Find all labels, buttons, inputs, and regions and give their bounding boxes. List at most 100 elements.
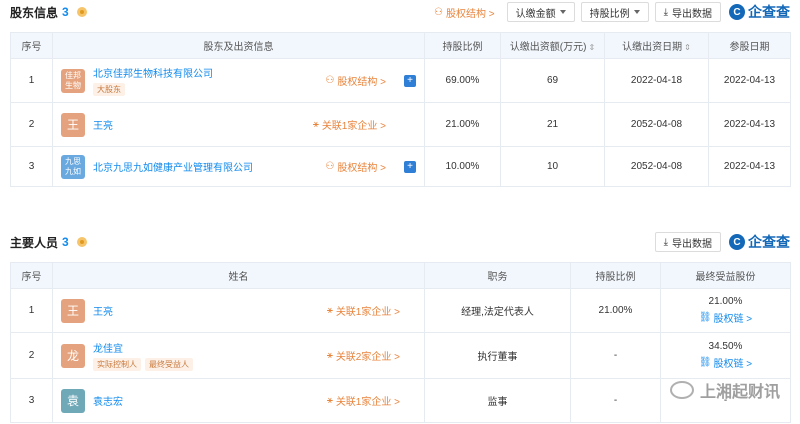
- equity-structure-link[interactable]: ⚇ 股权结构 >: [325, 159, 386, 174]
- logo-mark-icon: C: [729, 234, 745, 250]
- col-ratio: 持股比例: [570, 262, 661, 289]
- table-header-row: 序号 股东及出资信息 持股比例 认缴出资额(万元) ⇕ 认缴出资日期 ⇕ 参股日期: [10, 32, 791, 59]
- row-link-label: 关联1家企业 >: [335, 397, 400, 408]
- amount-cell: 10: [500, 146, 605, 187]
- shareholders-count: 3: [62, 5, 69, 19]
- holder-name-link[interactable]: 北京九思九如健康产业管理有限公司: [93, 159, 253, 174]
- join-date-cell: 2022-04-13: [708, 58, 791, 103]
- shareholders-toolbar: ⚇ 股权结构 > 认缴金额 持股比例 ⤓ 导出数据 C 企查查: [428, 2, 790, 22]
- position-cell: 监事: [424, 378, 571, 423]
- sub-date-cell: 2052-04-08: [604, 146, 709, 187]
- qichacha-logo: C 企查查: [729, 2, 790, 22]
- sort-icon: ⇕: [684, 43, 691, 52]
- row-index: 2: [10, 332, 53, 379]
- col-amount[interactable]: 认缴出资额(万元) ⇕: [500, 32, 605, 59]
- related-companies-link[interactable]: ⚹ 关联1家企业 >: [327, 303, 400, 318]
- col-index: 序号: [10, 262, 53, 289]
- beneficiary-tag: 最终受益人: [145, 358, 193, 371]
- shareholders-header: 股东信息 3 ⚇ 股权结构 > 认缴金额 持股比例 ⤓ 导出数据 C 企查查: [10, 0, 790, 24]
- holder-name-link[interactable]: 王亮: [93, 117, 113, 132]
- position-cell: 经理,法定代表人: [424, 288, 571, 333]
- person-avatar: 王: [61, 112, 85, 137]
- person-avatar: 袁: [61, 388, 85, 413]
- person-avatar: 王: [61, 298, 85, 323]
- vip-badge-icon: [76, 7, 87, 17]
- ratio-cell: 21.00%: [424, 102, 501, 147]
- benefit-value: 21.00%: [708, 296, 743, 307]
- equity-structure-link[interactable]: ⚇ 股权结构 >: [325, 73, 386, 88]
- export-data-label: 导出数据: [672, 238, 712, 250]
- col-sub-date[interactable]: 认缴出资日期 ⇕: [604, 32, 709, 59]
- col-join-date: 参股日期: [708, 32, 791, 59]
- person-avatar: 龙: [61, 343, 85, 368]
- col-amount-label: 认缴出资额(万元): [509, 42, 587, 53]
- logo-mark-icon: C: [729, 4, 745, 20]
- person-name-link[interactable]: 龙佳宜: [93, 340, 123, 355]
- qichacha-logo: C 企查查: [729, 232, 790, 252]
- org-chart-icon: ⚇: [325, 161, 335, 172]
- chevron-down-icon: [633, 10, 640, 14]
- row-index: 3: [10, 146, 53, 187]
- equity-chain-link[interactable]: ⛓ 股权链 >: [699, 355, 752, 370]
- sub-date-cell: 2022-04-18: [604, 58, 709, 103]
- col-sub-date-label: 认缴出资日期: [622, 42, 683, 53]
- chain-icon: ⛓: [698, 357, 712, 368]
- sort-ratio-dropdown[interactable]: 持股比例: [580, 2, 649, 22]
- amount-cell: 69: [500, 58, 605, 103]
- sub-date-cell: 2052-04-08: [604, 102, 709, 147]
- company-logo-avatar: 九思 九如: [61, 154, 85, 179]
- holder-cell: 佳邦 生物 北京佳邦生物科技有限公司 大股东 ⚇ 股权结构 > +: [52, 58, 425, 103]
- related-companies-link[interactable]: ⚹ 关联2家企业 >: [327, 348, 400, 363]
- sort-amount-dropdown[interactable]: 认缴金额: [506, 2, 575, 22]
- watermark: 上湘起财讯: [669, 378, 780, 402]
- person-name-link[interactable]: 袁志宏: [93, 393, 123, 408]
- major-shareholder-tag: 大股东: [93, 83, 125, 96]
- row-index: 3: [10, 378, 53, 423]
- sort-amount-label: 认缴金额: [515, 8, 556, 20]
- export-data-button[interactable]: ⤓ 导出数据: [654, 232, 721, 252]
- vip-badge-icon: [76, 237, 87, 247]
- row-index: 1: [10, 288, 53, 333]
- table-row: 2 王 王亮 ⚹ 关联1家企业 > 21.00% 21 2052-04-08 2…: [10, 102, 791, 147]
- ratio-cell: 69.00%: [424, 58, 501, 103]
- personnel-title: 主要人员: [10, 235, 59, 250]
- controller-tag: 实际控制人: [93, 358, 141, 371]
- col-name: 姓名: [52, 262, 425, 289]
- person-name-link[interactable]: 王亮: [93, 303, 113, 318]
- related-companies-link[interactable]: ⚹ 关联1家企业 >: [327, 393, 400, 408]
- benefit-cell: 21.00% ⛓ 股权链 >: [660, 288, 791, 333]
- expand-plus-icon[interactable]: +: [404, 160, 416, 173]
- holder-cell: 九思 九如 北京九思九如健康产业管理有限公司 ⚇ 股权结构 > +: [52, 146, 425, 187]
- row-index: 1: [10, 58, 53, 103]
- row-link-label: 关联1家企业 >: [321, 121, 386, 132]
- related-companies-link[interactable]: ⚹ 关联1家企业 >: [313, 117, 386, 132]
- row-link-label: 关联2家企业 >: [335, 352, 400, 363]
- export-data-button[interactable]: ⤓ 导出数据: [654, 2, 721, 22]
- equity-chain-label: 股权链 >: [713, 314, 753, 325]
- benefit-value: 34.50%: [708, 341, 743, 352]
- chain-icon: ⛓: [698, 312, 712, 323]
- row-link-label: 关联1家企业 >: [335, 307, 400, 318]
- ratio-cell: -: [570, 332, 661, 379]
- equity-structure-label: 股权结构 >: [445, 8, 495, 20]
- table-row: 2 龙 龙佳宜 实际控制人 最终受益人 ⚹ 关联2家企业 > 执行董事 - 34…: [10, 332, 791, 379]
- holder-name-link[interactable]: 北京佳邦生物科技有限公司: [93, 65, 213, 80]
- equity-chain-label: 股权链 >: [713, 359, 753, 370]
- download-icon: ⤓: [663, 6, 668, 18]
- relation-icon: ⚹: [312, 119, 319, 130]
- equity-structure-link[interactable]: ⚇ 股权结构 >: [428, 5, 501, 20]
- amount-cell: 21: [500, 102, 605, 147]
- join-date-cell: 2022-04-13: [708, 146, 791, 187]
- ratio-cell: 10.00%: [424, 146, 501, 187]
- relation-icon: ⚹: [326, 305, 333, 316]
- col-index: 序号: [10, 32, 53, 59]
- download-icon: ⤓: [663, 236, 668, 248]
- equity-chain-link[interactable]: ⛓ 股权链 >: [699, 310, 752, 325]
- relation-icon: ⚹: [326, 395, 333, 406]
- table-header-row: 序号 姓名 职务 持股比例 最终受益股份: [10, 262, 791, 289]
- person-cell: 龙 龙佳宜 实际控制人 最终受益人 ⚹ 关联2家企业 >: [52, 332, 425, 379]
- sort-ratio-label: 持股比例: [589, 8, 630, 20]
- logo-text: 企查查: [748, 4, 790, 20]
- expand-plus-icon[interactable]: +: [404, 74, 416, 87]
- shareholders-title: 股东信息: [10, 5, 59, 20]
